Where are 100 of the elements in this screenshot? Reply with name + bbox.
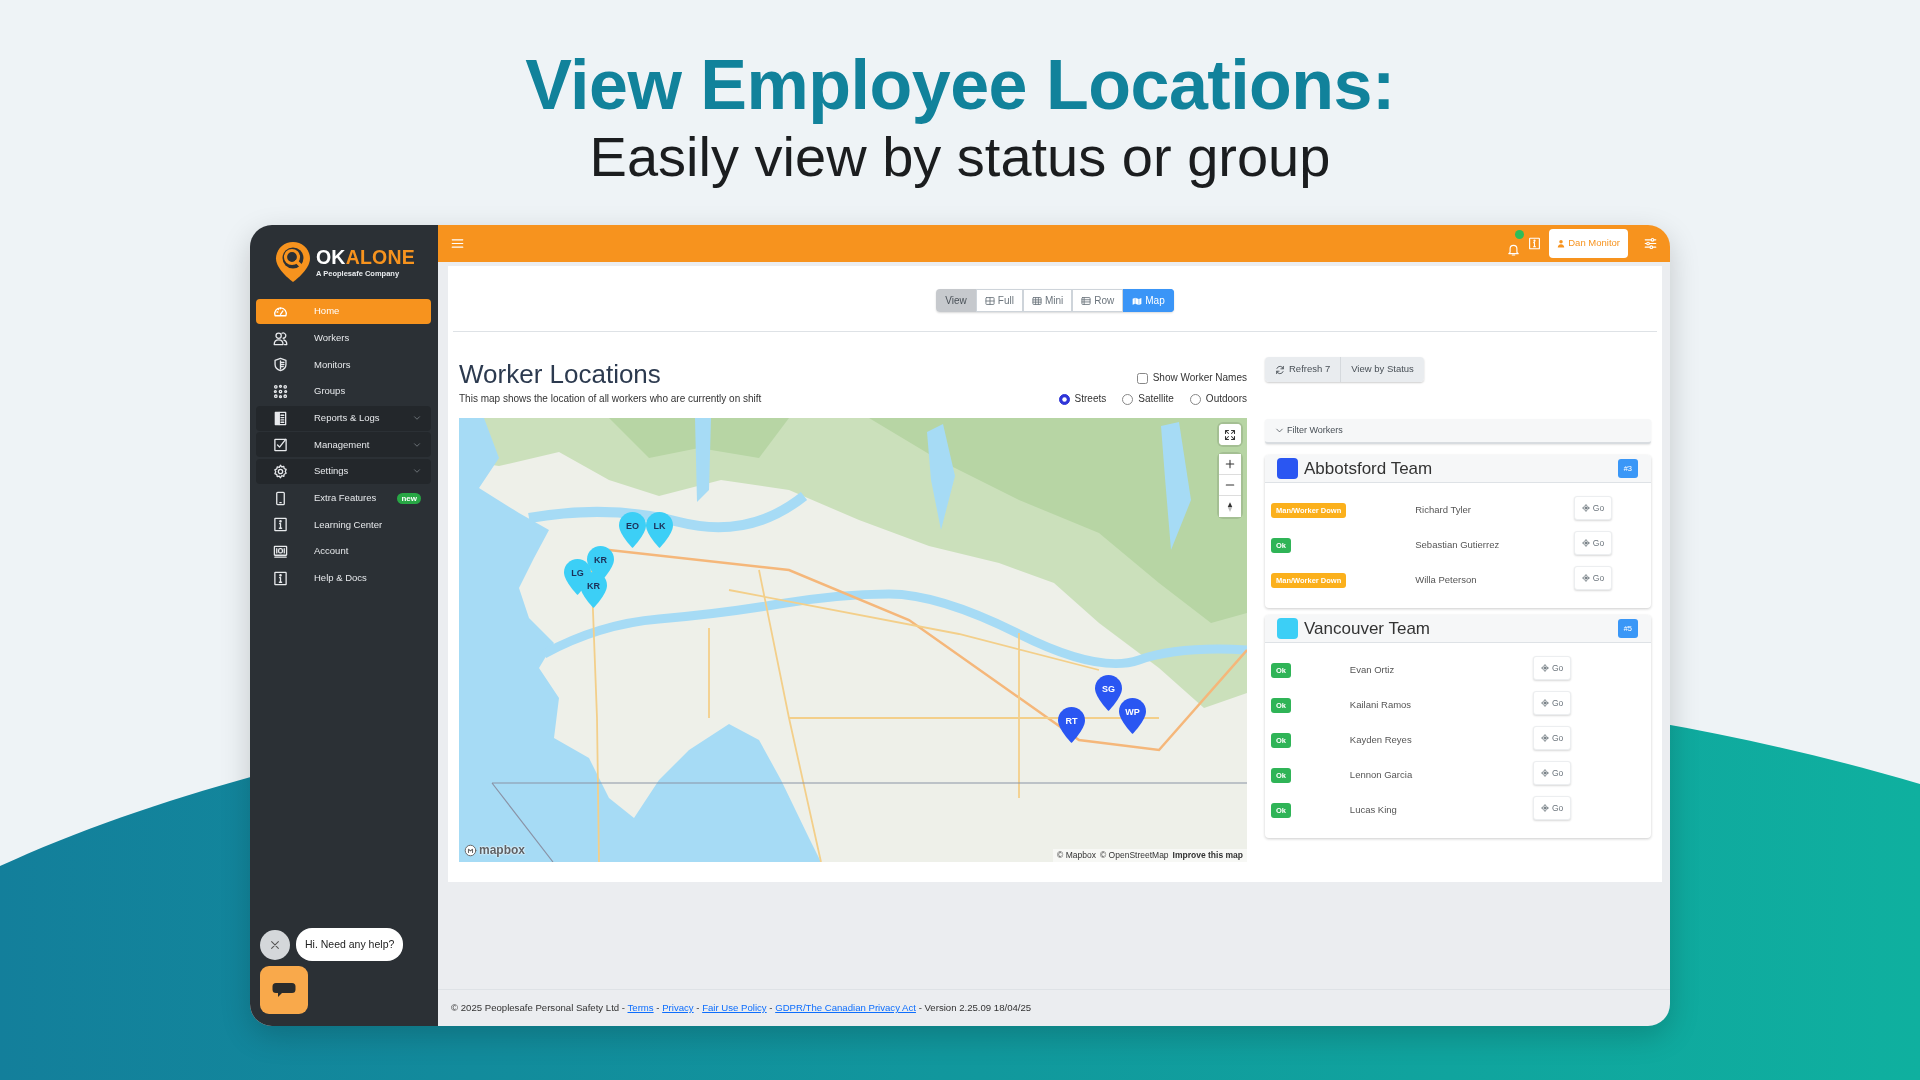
ring-logo-icon	[464, 843, 477, 857]
logo-wordmark: OKALONE	[316, 246, 415, 267]
crosshair-icon	[1581, 574, 1590, 582]
sidebar-nav-item[interactable]: Management	[256, 432, 431, 458]
crosshair-icon	[1540, 664, 1549, 672]
attribution-link[interactable]: © Mapbox	[1057, 849, 1096, 862]
headline: View Employee Locations:	[525, 45, 1395, 125]
sidebar-nav-item[interactable]: Workers	[256, 325, 431, 351]
worker-name: Willa Peterson	[1415, 573, 1477, 585]
list-icon	[1081, 295, 1092, 306]
radio-label: Streets	[1074, 392, 1107, 406]
crosshair-icon	[1540, 699, 1549, 707]
crosshair-icon	[1540, 769, 1549, 777]
worker-name: Evan Ortiz	[1349, 663, 1395, 675]
grid-icon	[1031, 295, 1042, 306]
sliders-icon[interactable]	[1644, 237, 1657, 250]
document-icon	[273, 410, 288, 426]
sidebar-nav-item[interactable]: Learning Center	[256, 512, 431, 538]
refresh-button[interactable]: Refresh 7	[1265, 357, 1341, 382]
close-icon	[269, 938, 281, 951]
crosshair-icon	[1581, 504, 1590, 512]
map-pin[interactable]: RT	[1057, 707, 1085, 744]
group-name: Vancouver Team	[1304, 617, 1430, 640]
map-pin[interactable]: WP	[1119, 697, 1147, 734]
sidebar-nav-item[interactable]: Monitors	[256, 352, 431, 378]
map-pin[interactable]: LK	[645, 512, 673, 549]
map-pin[interactable]: SG	[1094, 675, 1122, 712]
radio-label: Outdoors	[1205, 392, 1247, 406]
view-mode-button[interactable]: Mini	[1022, 289, 1073, 312]
dots-icon	[273, 383, 288, 399]
refresh-icon	[1275, 364, 1285, 375]
worker-name: Kailani Ramos	[1349, 698, 1412, 710]
zoom-in-button[interactable]	[1219, 454, 1241, 475]
info-icon[interactable]	[1528, 237, 1542, 250]
shield-icon	[273, 357, 288, 373]
subheadline: Easily view by status or group	[589, 125, 1331, 189]
go-button[interactable]: Go	[1573, 566, 1613, 590]
sidebar-nav-item[interactable]: Account	[256, 538, 431, 564]
sidebar-nav-item[interactable]: Reports & Logs	[256, 405, 431, 431]
bell-icon[interactable]	[1507, 243, 1521, 257]
plus-icon	[1224, 458, 1236, 470]
attribution-link[interactable]: Improve this map	[1172, 849, 1243, 862]
table-icon	[984, 295, 995, 306]
footer-link[interactable]: Privacy	[662, 1002, 694, 1013]
go-button[interactable]: Go	[1573, 531, 1613, 555]
footer-text: © 2025 Peoplesafe Personal Safety Ltd - Terms - Privacy - Fair Use Policy - GDPR/The Canadian Privacy Act - Version 2.25.09 18/04/25	[438, 989, 1670, 1026]
checkbox-label: Show Worker Names	[1152, 371, 1247, 385]
worker-name: Kayden Reyes	[1349, 733, 1412, 745]
radio-button[interactable]	[1058, 393, 1070, 405]
info-icon	[273, 570, 288, 586]
go-button[interactable]: Go	[1532, 691, 1572, 715]
radio-button[interactable]	[1122, 393, 1134, 405]
filter-toggle[interactable]: Filter Workers	[1265, 419, 1651, 444]
worker-name: Sebastian Gutierrez	[1415, 538, 1500, 550]
phone-icon	[273, 490, 288, 506]
checkbox[interactable]	[1136, 372, 1148, 384]
attribution-link[interactable]: © OpenStreetMap	[1099, 849, 1169, 862]
go-button[interactable]: Go	[1532, 761, 1572, 785]
chevron-down-icon	[413, 414, 421, 423]
map-logo-text: mapbox	[479, 843, 525, 857]
crosshair-icon	[1540, 734, 1549, 742]
chevron-down-icon	[413, 440, 421, 449]
chevron-down-icon	[1275, 426, 1284, 435]
radio-button[interactable]	[1189, 393, 1201, 405]
map-icon	[1132, 295, 1143, 306]
group-name: Abbotsford Team	[1304, 457, 1433, 480]
footer-link[interactable]: GDPR/The Canadian Privacy Act	[775, 1002, 916, 1013]
sidebar-nav-item[interactable]: Settings	[256, 458, 431, 484]
close-button[interactable]	[260, 929, 290, 960]
go-button[interactable]: Go	[1532, 726, 1572, 750]
sidebar-nav-item[interactable]: Groups	[256, 378, 431, 404]
view-mode-button[interactable]: Row	[1072, 289, 1124, 312]
worker-name: Richard Tyler	[1415, 503, 1472, 515]
gauge-icon	[273, 304, 288, 319]
register-icon	[273, 543, 288, 559]
checked-square-icon	[273, 437, 288, 453]
section-title: Worker Locations	[459, 359, 662, 389]
view-label: View	[936, 289, 976, 312]
chevron-down-icon	[413, 467, 421, 476]
worker-name: Lennon Garcia	[1349, 768, 1413, 780]
crosshair-icon	[1581, 539, 1590, 547]
view-mode-button[interactable]: Full	[975, 289, 1023, 312]
section-description: This map shows the location of all workers who are currently on shift	[459, 392, 762, 406]
people-icon	[273, 330, 288, 346]
footer-link[interactable]: Terms	[627, 1002, 654, 1013]
go-button[interactable]: Go	[1573, 496, 1613, 520]
logo-pin-icon	[275, 241, 311, 283]
footer-link[interactable]: Fair Use Policy	[702, 1002, 767, 1013]
map-pin[interactable]: EO	[618, 511, 646, 548]
worker-name: Lucas King	[1349, 803, 1397, 815]
info-icon	[273, 517, 288, 533]
new-feature-tag: new	[397, 492, 421, 504]
chat-launcher-button[interactable]	[260, 966, 308, 1014]
go-button[interactable]: Go	[1532, 796, 1572, 820]
view-by-status-button[interactable]: View by Status	[1340, 357, 1424, 382]
sidebar-nav-item[interactable]: Help & Docs	[256, 565, 431, 591]
go-button[interactable]: Go	[1532, 656, 1572, 680]
sidebar-nav-item[interactable]: Extra Features new	[256, 485, 431, 511]
fullscreen-button[interactable]	[1219, 424, 1241, 445]
menu-icon[interactable]	[451, 237, 464, 250]
